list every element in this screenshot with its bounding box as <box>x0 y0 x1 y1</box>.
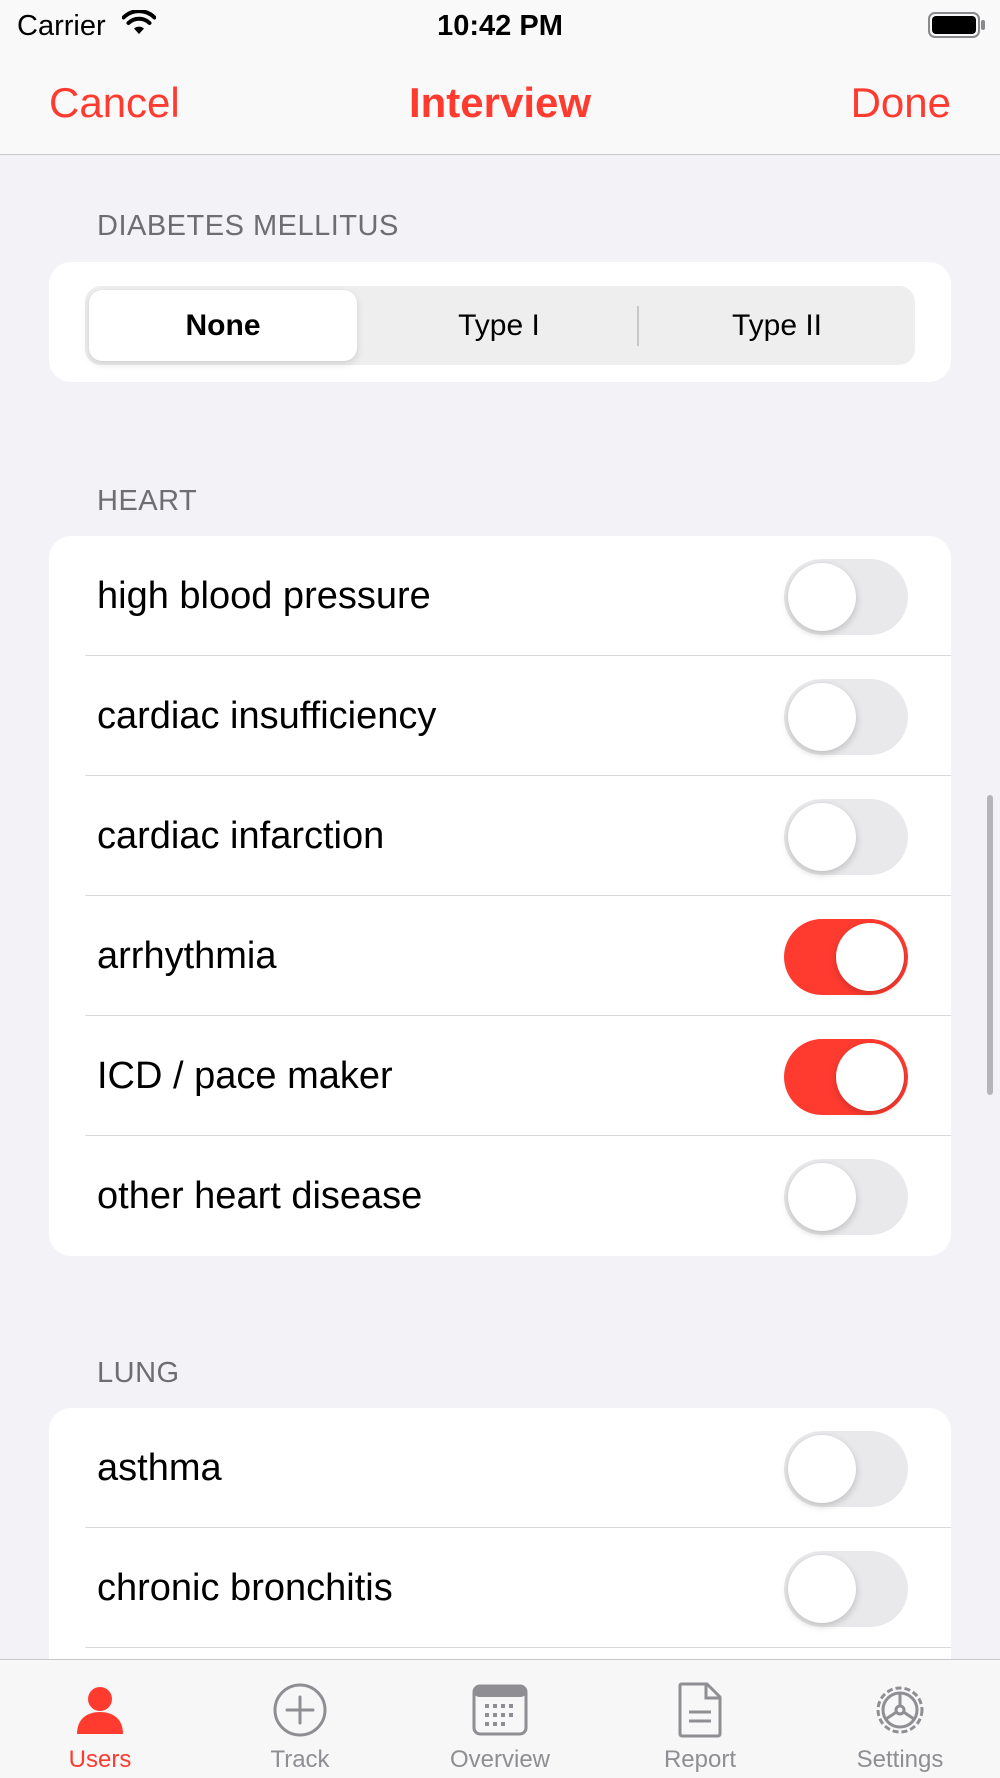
toggle-knob <box>788 1555 856 1623</box>
battery-icon <box>928 12 986 43</box>
tab-label: Settings <box>856 1746 944 1773</box>
row-label: chronic bronchitis <box>97 1566 393 1609</box>
row-label: other heart disease <box>97 1174 423 1217</box>
tab-report[interactable]: Report <box>600 1660 800 1778</box>
toggle-knob <box>788 1163 856 1231</box>
diabetes-segmented-control: None Type I Type II <box>85 286 915 365</box>
tab-users[interactable]: Users <box>0 1660 200 1778</box>
icd-pace-maker-toggle[interactable] <box>784 1039 908 1115</box>
calendar-icon <box>468 1678 532 1742</box>
toggle-knob <box>836 1043 904 1111</box>
list-item: ICD / pace maker <box>49 1016 951 1136</box>
cardiac-insufficiency-toggle[interactable] <box>784 679 908 755</box>
arrhythmia-toggle[interactable] <box>784 919 908 995</box>
toggle-knob <box>788 803 856 871</box>
section-header-diabetes: DIABETES MELLITUS <box>97 210 399 242</box>
toggle-knob <box>788 683 856 751</box>
asthma-toggle[interactable] <box>784 1431 908 1507</box>
list-item: asthma <box>49 1408 951 1528</box>
row-separator <box>85 1646 951 1648</box>
gear-icon <box>868 1678 932 1742</box>
list-item: other heart disease <box>49 1136 951 1256</box>
diabetes-card: None Type I Type II <box>49 262 951 382</box>
row-label: cardiac insufficiency <box>97 694 437 737</box>
list-item: high blood pressure <box>49 536 951 656</box>
tab-label: Report <box>663 1746 737 1773</box>
list-item: chronic bronchitis <box>49 1528 951 1648</box>
row-label: cardiac infarction <box>97 814 385 857</box>
row-label: arrhythmia <box>97 934 277 977</box>
segment-type-2[interactable]: Type II <box>643 290 911 361</box>
segment-none[interactable]: None <box>89 290 357 361</box>
status-bar: Carrier 10:42 PM <box>0 0 1000 52</box>
row-label: high blood pressure <box>97 574 431 617</box>
person-icon <box>68 1678 132 1742</box>
scroll-indicator[interactable] <box>987 795 993 1095</box>
tab-label: Overview <box>449 1746 551 1773</box>
list-item: cardiac infarction <box>49 776 951 896</box>
tab-settings[interactable]: Settings <box>800 1660 1000 1778</box>
tab-label: Users <box>68 1746 132 1773</box>
navigation-bar: Cancel Interview Done <box>0 52 1000 155</box>
clock: 10:42 PM <box>437 10 563 42</box>
tab-bar: Users Track Overview Report Settings <box>0 1659 1000 1778</box>
done-button[interactable]: Done <box>851 79 951 127</box>
tab-track[interactable]: Track <box>200 1660 400 1778</box>
list-item: cardiac insufficiency <box>49 656 951 776</box>
section-header-heart: HEART <box>97 485 198 517</box>
tab-label: Track <box>270 1746 330 1773</box>
heart-card: high blood pressure cardiac insufficienc… <box>49 536 951 1256</box>
plus-circle-icon <box>268 1678 332 1742</box>
cancel-button[interactable]: Cancel <box>49 79 180 127</box>
toggle-knob <box>788 563 856 631</box>
segment-divider <box>637 305 639 346</box>
other-heart-disease-toggle[interactable] <box>784 1159 908 1235</box>
chronic-bronchitis-toggle[interactable] <box>784 1551 908 1627</box>
row-label: ICD / pace maker <box>97 1054 393 1097</box>
segment-type-1[interactable]: Type I <box>365 290 633 361</box>
section-header-lung: LUNG <box>97 1357 180 1389</box>
toggle-knob <box>836 923 904 991</box>
list-item: arrhythmia <box>49 896 951 1016</box>
toggle-knob <box>788 1435 856 1503</box>
cardiac-infarction-toggle[interactable] <box>784 799 908 875</box>
high-blood-pressure-toggle[interactable] <box>784 559 908 635</box>
row-label: asthma <box>97 1446 222 1489</box>
tab-overview[interactable]: Overview <box>400 1660 600 1778</box>
document-icon <box>668 1678 732 1742</box>
